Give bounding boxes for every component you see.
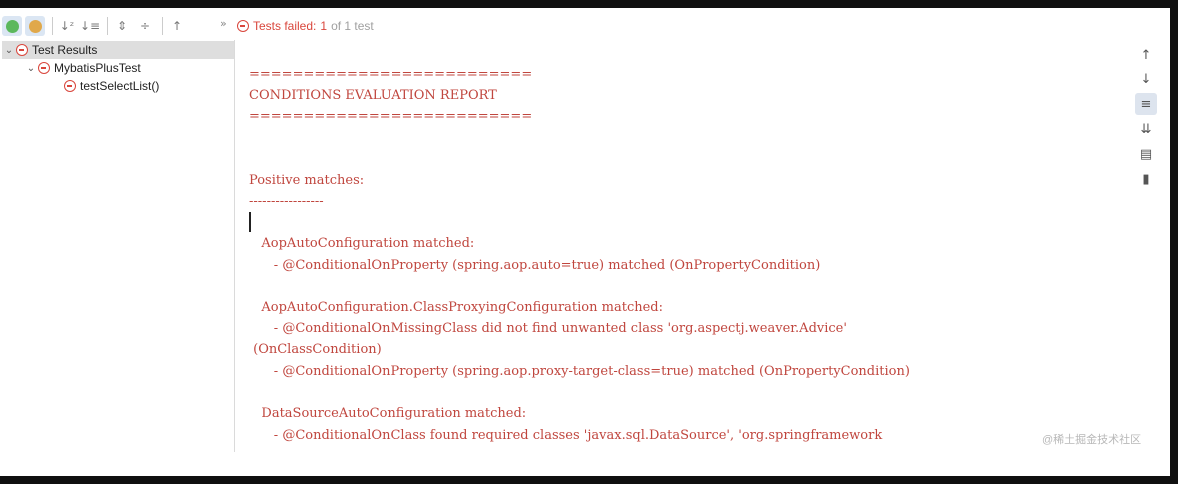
status-failed-label: Tests failed:: [253, 19, 317, 33]
watermark: @稀土掘金技术社区: [1042, 434, 1142, 446]
sort-alphabetically-button[interactable]: ↓ᶻ: [57, 16, 77, 36]
up-arrow-icon: ↑: [171, 19, 183, 33]
test-runner-toolbar: ↓ᶻ ↓≡ ⇕ ÷ ↑: [2, 12, 232, 40]
test-status-bar: Tests failed: 1 of 1 test: [237, 12, 374, 40]
console-line: ==========================: [249, 109, 533, 124]
soft-wrap-icon[interactable]: ≡: [1135, 93, 1157, 115]
tree-item-test-results[interactable]: ⌄ Test Results: [2, 41, 234, 59]
collapse-all-button[interactable]: ÷: [135, 16, 155, 36]
tree-item-testselectlist[interactable]: testSelectList(): [64, 77, 159, 95]
toolbar-separator: [107, 17, 108, 35]
down-arrow-icon[interactable]: ↓: [1135, 68, 1157, 90]
console-line: ==========================: [249, 67, 533, 82]
window-frame-top: [0, 0, 1178, 8]
trash-icon[interactable]: ▮: [1135, 168, 1157, 190]
error-icon: [64, 80, 76, 92]
toolbar-separator: [52, 17, 53, 35]
console-line: CONDITIONS EVALUATION REPORT: [249, 88, 497, 103]
panel-divider[interactable]: [234, 40, 235, 452]
console-line: - @ConditionalOnMissingClass did not fin…: [249, 321, 847, 336]
console-line: (OnClassCondition): [249, 342, 382, 357]
status-failed-count: 1: [320, 19, 328, 33]
sort-duration-icon: ↓≡: [79, 19, 101, 33]
error-icon: [237, 20, 249, 32]
error-icon: [38, 62, 50, 74]
toolbar-separator: [162, 17, 163, 35]
status-total-label: of 1 test: [331, 19, 374, 33]
console-line: - @ConditionalOnClass found required cla…: [249, 428, 883, 443]
previous-failed-button[interactable]: ↑: [167, 16, 187, 36]
ignored-circle-icon: [28, 19, 42, 33]
window-frame-right: [1170, 0, 1178, 484]
sort-alpha-icon: ↓ᶻ: [59, 19, 75, 33]
show-passed-button[interactable]: [2, 16, 22, 36]
expand-all-icon: ⇕: [116, 19, 128, 33]
test-results-tree: ⌄ Test Results ⌄ MybatisPlusTest testSel…: [2, 40, 234, 452]
window-frame-bottom: [0, 476, 1178, 484]
toolbar-more-button[interactable]: »: [220, 17, 227, 30]
console-side-toolbar: ↑ ↓ ≡ ⇊ ▤ ▮: [1135, 44, 1159, 194]
check-circle-icon: [5, 19, 19, 33]
show-ignored-button[interactable]: [25, 16, 45, 36]
console-line: AopAutoConfiguration matched:: [249, 236, 475, 251]
chevron-down-icon[interactable]: ⌄: [2, 45, 16, 56]
tree-item-label: testSelectList(): [80, 79, 160, 93]
collapse-all-icon: ÷: [139, 19, 151, 33]
console-line: DataSourceAutoConfiguration matched:: [249, 406, 527, 421]
console-line: AopAutoConfiguration.ClassProxyingConfig…: [249, 300, 663, 315]
tree-item-label: MybatisPlusTest: [54, 61, 141, 75]
console-line: -----------------: [249, 194, 324, 209]
text-caret: [249, 212, 251, 232]
console-line: - @ConditionalOnProperty (spring.aop.aut…: [249, 258, 821, 273]
console-output[interactable]: ========================== CONDITIONS EV…: [236, 40, 1120, 452]
tree-item-label: Test Results: [32, 43, 98, 57]
scroll-to-end-icon[interactable]: ⇊: [1135, 118, 1157, 140]
print-icon[interactable]: ▤: [1135, 143, 1157, 165]
sort-by-duration-button[interactable]: ↓≡: [80, 16, 100, 36]
expand-all-button[interactable]: ⇕: [112, 16, 132, 36]
chevron-down-icon[interactable]: ⌄: [24, 63, 38, 74]
console-line: - @ConditionalOnProperty (spring.aop.pro…: [249, 364, 910, 379]
tree-item-mybatisplustest[interactable]: ⌄ MybatisPlusTest: [24, 59, 141, 77]
error-icon: [16, 44, 28, 56]
up-arrow-icon[interactable]: ↑: [1135, 44, 1157, 66]
console-line: Positive matches:: [249, 173, 365, 188]
